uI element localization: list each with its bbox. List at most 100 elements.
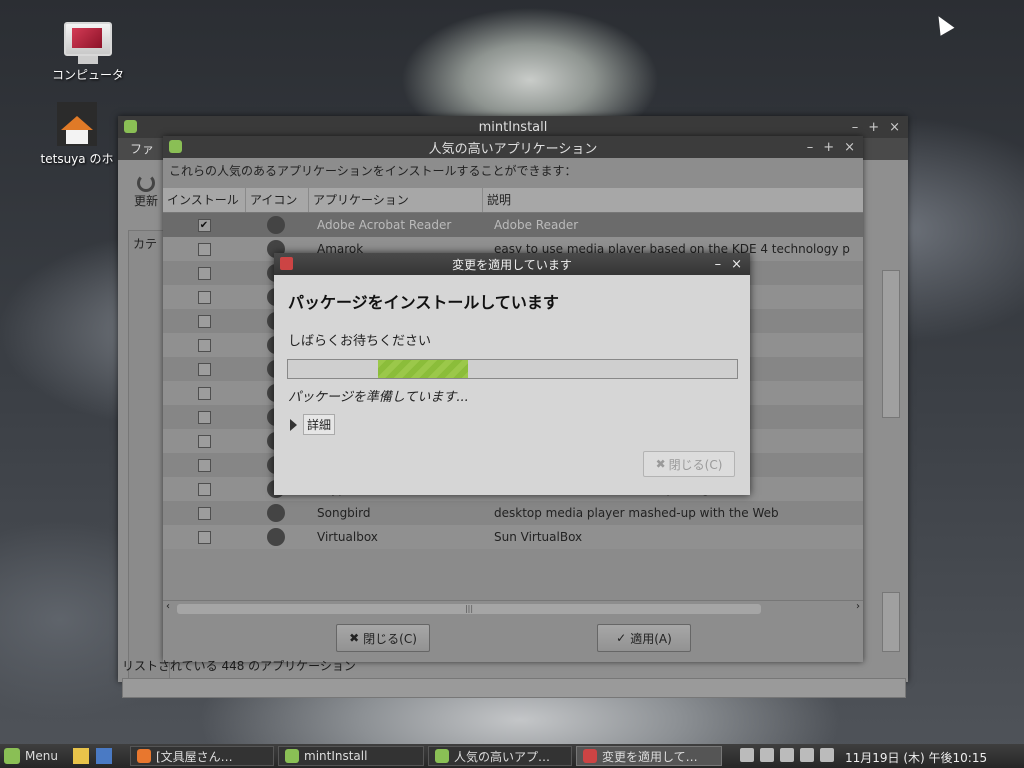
dialog-title: 変更を適用しています xyxy=(452,257,572,272)
install-checkbox[interactable] xyxy=(197,506,211,520)
progress-track xyxy=(122,678,906,698)
title-bar[interactable]: 人気の高いアプリケーション – + × xyxy=(163,136,863,158)
clock[interactable]: 11月19日 (木) 午後10:15 xyxy=(845,749,987,766)
taskbar-item[interactable]: 人気の高いアプ… xyxy=(428,746,572,766)
title-bar[interactable]: mintInstall – + × xyxy=(118,116,908,138)
close-icon[interactable]: × xyxy=(731,257,742,272)
network-icon[interactable] xyxy=(760,748,774,762)
app-description: desktop media player mashed-up with the … xyxy=(494,506,779,520)
maximize-icon[interactable]: + xyxy=(868,120,879,135)
applying-changes-dialog: 変更を適用しています – × パッケージをインストールしています しばらくお待ち… xyxy=(274,253,750,495)
install-checkbox[interactable] xyxy=(197,290,211,304)
mint-icon xyxy=(169,140,182,153)
desktop-icon-label: コンピュータ xyxy=(51,68,124,82)
scroll-thumb[interactable]: ||| xyxy=(177,604,761,614)
window-title: mintInstall xyxy=(478,119,548,135)
computer-icon xyxy=(64,22,112,56)
install-checkbox[interactable] xyxy=(197,530,211,544)
minimize-icon[interactable]: – xyxy=(715,257,722,272)
scroll-right-icon[interactable]: › xyxy=(856,601,860,612)
install-checkbox[interactable] xyxy=(197,434,211,448)
mouse-cursor-icon xyxy=(931,12,955,36)
install-checkbox[interactable] xyxy=(197,242,211,256)
mint-icon xyxy=(4,748,20,764)
install-checkbox[interactable] xyxy=(197,314,211,328)
app-icon xyxy=(267,216,285,234)
description-text: これらの人気のあるアプリケーションをインストールすることができます： xyxy=(163,158,863,184)
install-checkbox[interactable]: ✔ xyxy=(197,218,211,232)
keyboard-icon[interactable] xyxy=(740,748,754,762)
mint-icon xyxy=(435,749,449,763)
title-bar[interactable]: 変更を適用しています – × xyxy=(274,253,750,275)
app-icon xyxy=(267,504,285,522)
mint-icon xyxy=(124,120,137,133)
checkmark-icon: ✓ xyxy=(616,631,627,645)
install-checkbox[interactable] xyxy=(197,386,211,400)
install-checkbox[interactable] xyxy=(197,410,211,424)
close-button[interactable]: ✖ 閉じる(C) xyxy=(336,624,430,652)
progress-bar xyxy=(287,359,738,379)
system-tray xyxy=(740,748,834,762)
close-icon[interactable]: × xyxy=(844,140,855,155)
files-icon[interactable] xyxy=(73,748,89,764)
app-name: Virtualbox xyxy=(317,530,378,544)
close-icon: ✖ xyxy=(349,631,360,645)
status-bar: リストされている 448 のアプリケーション xyxy=(122,659,356,673)
scroll-left-icon[interactable]: ‹ xyxy=(166,601,170,612)
app-icon xyxy=(267,528,285,546)
taskbar-item[interactable]: mintInstall xyxy=(278,746,424,766)
table-row[interactable]: ✔ Adobe Acrobat Reader Adobe Reader xyxy=(163,213,863,237)
table-row[interactable]: Virtualbox Sun VirtualBox xyxy=(163,525,863,549)
app-name: Adobe Acrobat Reader xyxy=(317,218,452,232)
app-description: Sun VirtualBox xyxy=(494,530,583,544)
minimize-icon[interactable]: – xyxy=(807,140,814,155)
close-icon: ✖ xyxy=(655,457,666,471)
taskbar-item[interactable]: [文具屋さん… xyxy=(130,746,274,766)
column-application[interactable]: アプリケーション xyxy=(309,188,483,212)
app-description: Adobe Reader xyxy=(494,218,579,232)
refresh-button[interactable]: 更新 xyxy=(128,174,164,209)
refresh-icon xyxy=(137,174,155,192)
column-description[interactable]: 説明 xyxy=(483,188,863,212)
right-scrollbar[interactable] xyxy=(882,270,900,418)
desktop-icon-label: tetsuya のホ xyxy=(40,152,114,166)
table-row[interactable]: Songbird desktop media player mashed-up w… xyxy=(163,501,863,525)
taskbar: Menu [文具屋さん… mintInstall 人気の高いアプ… 変更を適用して… … xyxy=(0,744,1024,768)
column-install[interactable]: インストール xyxy=(163,188,246,212)
install-checkbox[interactable] xyxy=(197,458,211,472)
details-expander[interactable]: 詳細 xyxy=(290,414,336,435)
maximize-icon[interactable]: + xyxy=(823,140,834,155)
minimize-icon[interactable]: – xyxy=(852,120,859,135)
horizontal-scrollbar[interactable]: ‹ ||| › xyxy=(163,600,863,617)
install-checkbox[interactable] xyxy=(197,338,211,352)
install-checkbox[interactable] xyxy=(197,266,211,280)
volume-icon[interactable] xyxy=(820,748,834,762)
window-title: 人気の高いアプリケーション xyxy=(428,141,598,157)
app-name: Songbird xyxy=(317,506,371,520)
right-scrollbar-lower[interactable] xyxy=(882,592,900,652)
desktop-icon-home[interactable]: tetsuya のホ xyxy=(32,102,122,167)
package-icon xyxy=(280,257,293,270)
taskbar-item[interactable]: 変更を適用して… xyxy=(576,746,722,766)
apply-button[interactable]: ✓ 適用(A) xyxy=(597,624,691,652)
table-header: インストール アイコン アプリケーション 説明 xyxy=(163,188,863,213)
install-checkbox[interactable] xyxy=(197,362,211,376)
battery-icon[interactable] xyxy=(780,748,794,762)
dialog-close-button[interactable]: ✖ 閉じる(C) xyxy=(643,451,735,477)
menu-button[interactable]: Menu xyxy=(4,747,58,765)
update-icon[interactable] xyxy=(800,748,814,762)
progress-fill xyxy=(377,360,468,378)
column-icon[interactable]: アイコン xyxy=(246,188,309,212)
desktop-icon-computer[interactable]: コンピュータ xyxy=(43,22,133,83)
firefox-icon xyxy=(137,749,151,763)
menu-file[interactable]: ファ xyxy=(118,142,154,156)
dialog-subtext: しばらくお待ちください xyxy=(288,334,432,349)
package-icon xyxy=(583,749,597,763)
dialog-heading: パッケージをインストールしています xyxy=(288,293,559,312)
install-checkbox[interactable] xyxy=(197,482,211,496)
desktop-icon[interactable] xyxy=(96,748,112,764)
close-icon[interactable]: × xyxy=(889,120,900,135)
expand-arrow-icon xyxy=(290,418,297,431)
mint-icon xyxy=(285,749,299,763)
progress-status: パッケージを準備しています... xyxy=(288,390,469,405)
